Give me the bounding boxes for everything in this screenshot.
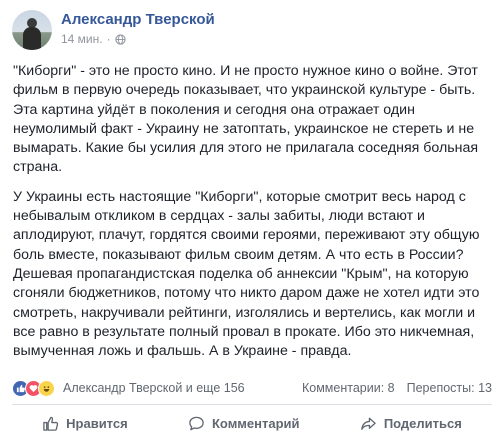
globe-icon[interactable] xyxy=(114,33,126,45)
post-timestamp-row: 14 мин. · xyxy=(61,32,215,46)
author-name[interactable]: Александр Тверской xyxy=(61,11,215,29)
reactions-bar: Александр Тверской и еще 156 Комментарии… xyxy=(12,376,492,400)
like-button[interactable]: Нравится xyxy=(32,411,138,436)
share-arrow-icon xyxy=(361,417,376,430)
divider xyxy=(12,404,492,405)
post-text: "Киборги" - это не просто кино. И не про… xyxy=(13,62,493,371)
like-button-label: Нравится xyxy=(66,415,128,431)
post-paragraph-2: У Украины есть настоящие "Киборги", кото… xyxy=(13,188,480,360)
post-header: Александр Тверской 14 мин. · xyxy=(12,10,215,52)
shares-count[interactable]: Перепосты: 13 xyxy=(407,381,492,395)
thumbs-up-icon xyxy=(43,416,59,431)
avatar-figure-body xyxy=(23,27,41,50)
reactions-summary[interactable]: Александр Тверской и еще 156 xyxy=(63,381,245,395)
engagement-counts: Комментарии: 8 Перепосты: 13 xyxy=(302,381,492,395)
post-actions: Нравится Комментарий Поделиться xyxy=(12,408,492,438)
comment-button[interactable]: Комментарий xyxy=(178,411,310,436)
post-paragraph-1: "Киборги" - это не просто кино. И не про… xyxy=(13,63,479,176)
haha-icon xyxy=(38,379,55,397)
post-meta: Александр Тверской 14 мин. · xyxy=(61,11,215,46)
share-button-label: Поделиться xyxy=(383,415,462,431)
comments-count[interactable]: Комментарии: 8 xyxy=(302,381,395,395)
post-time[interactable]: 14 мин. xyxy=(61,32,103,46)
comment-button-label: Комментарий xyxy=(211,415,300,431)
separator-dot: · xyxy=(106,32,111,46)
share-button[interactable]: Поделиться xyxy=(350,411,472,436)
comment-icon xyxy=(189,416,204,430)
avatar[interactable] xyxy=(12,10,52,50)
reaction-icons[interactable] xyxy=(12,379,55,397)
